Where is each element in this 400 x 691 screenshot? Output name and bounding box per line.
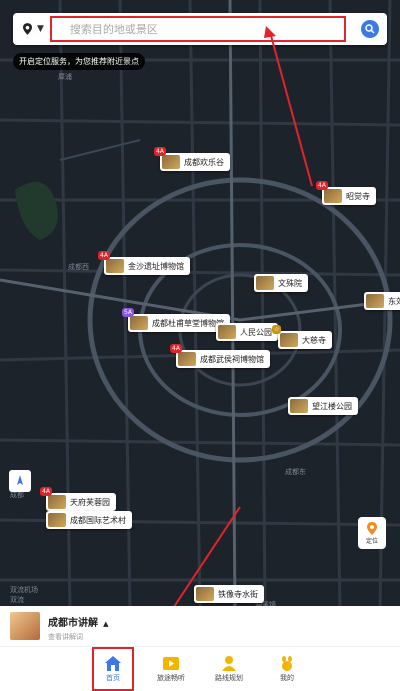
play-icon (163, 656, 179, 670)
caret-up-icon[interactable]: ▲ (103, 620, 108, 628)
tab-label: 首页 (106, 673, 120, 682)
tab-label: 旅途畅听 (157, 673, 185, 682)
tab-bar: 首页 旅途畅听 路线规划 我的 (0, 646, 400, 691)
home-icon (105, 655, 121, 671)
annotation-arrows (170, 26, 313, 610)
tab-label: 路线规划 (215, 673, 243, 682)
tab-route[interactable]: 路线规划 (208, 647, 250, 691)
map-view[interactable]: ▼ 搜索目的地或景区 开启定位服务，为您推荐附近景点 犀浦 成都西 成都东 双流… (0, 0, 400, 610)
tab-listen[interactable]: 旅途畅听 (150, 647, 192, 691)
city-guide-title: 成都市讲解 (48, 617, 98, 629)
tab-label: 我的 (280, 673, 294, 682)
city-guide-subtitle[interactable]: 查看讲解词 (48, 632, 108, 642)
tab-home[interactable]: 首页 (92, 647, 134, 691)
city-guide-bar[interactable]: 成都市讲解 ▲ 查看讲解词 (0, 606, 400, 646)
rabbit-icon (282, 655, 292, 671)
person-icon (222, 655, 236, 671)
tab-profile[interactable]: 我的 (266, 647, 308, 691)
city-thumbnail (10, 612, 40, 640)
